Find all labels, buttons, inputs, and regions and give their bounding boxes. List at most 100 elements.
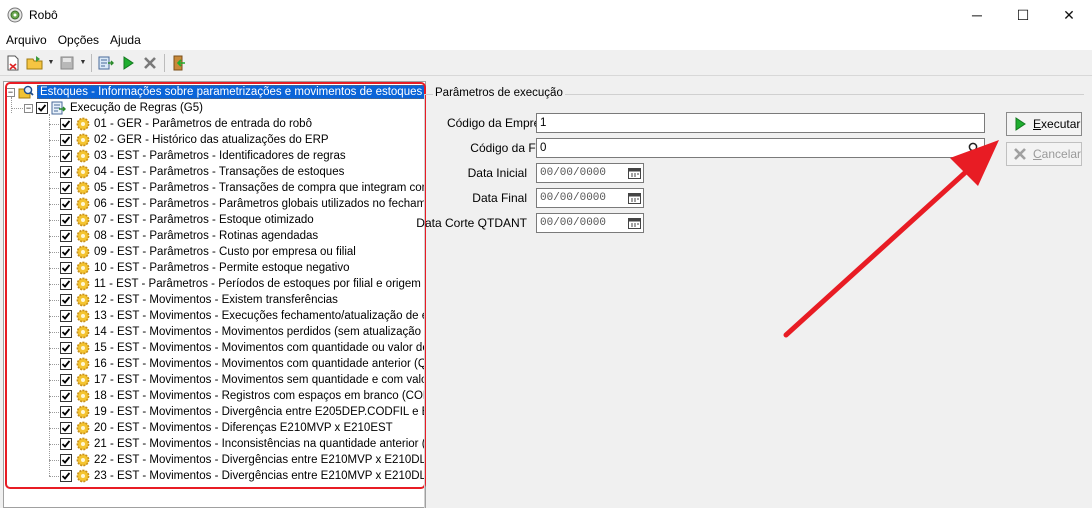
tree-item-row[interactable]: 20 - EST - Movimentos - Diferenças E210M… (60, 420, 393, 436)
tree-item-checkbox[interactable] (60, 438, 72, 450)
menu-ajuda[interactable]: Ajuda (105, 33, 146, 47)
tree-item-checkbox[interactable] (60, 262, 72, 274)
export-button[interactable] (95, 52, 117, 74)
tree-item-row[interactable]: 22 - EST - Movimentos - Divergências ent… (60, 452, 425, 468)
exit-button[interactable] (168, 52, 190, 74)
data-corte-input[interactable]: 00/00/0000 (536, 213, 644, 233)
tree-item-checkbox[interactable] (60, 358, 72, 370)
tree-item-checkbox[interactable] (60, 454, 72, 466)
executar-label: Executar (1033, 117, 1081, 131)
access-key-letter: C (1033, 147, 1042, 161)
tree-item-row[interactable]: 23 - EST - Movimentos - Divergências ent… (60, 468, 425, 484)
menu-arquivo[interactable]: Arquivo (1, 33, 52, 47)
tree-item-row[interactable]: 11 - EST - Parâmetros - Períodos de esto… (60, 276, 421, 292)
open-dropdown-icon[interactable]: ▼ (46, 52, 56, 74)
tree-item-checkbox[interactable] (60, 422, 72, 434)
tree-item-row[interactable]: 18 - EST - Movimentos - Registros com es… (60, 388, 425, 404)
save-dropdown-icon[interactable]: ▼ (78, 52, 88, 74)
cancelar-label: Cancelar (1033, 147, 1082, 161)
tree-item-checkbox[interactable] (60, 470, 72, 482)
cancelar-button[interactable]: Cancelar (1006, 142, 1082, 166)
tree-item-checkbox[interactable] (60, 246, 72, 258)
empresa-input[interactable]: 1 (536, 113, 985, 133)
tree-item-checkbox[interactable] (60, 214, 72, 226)
tree-item-row[interactable]: 14 - EST - Movimentos - Movimentos perdi… (60, 324, 425, 340)
tree-item-checkbox[interactable] (60, 342, 72, 354)
access-key-letter: E (1033, 117, 1042, 131)
tree-item-label: 12 - EST - Movimentos - Existem transfer… (94, 294, 338, 306)
tree-item-row[interactable]: 16 - EST - Movimentos - Movimentos com q… (60, 356, 425, 372)
open-button[interactable] (24, 52, 46, 74)
new-button[interactable] (2, 52, 24, 74)
executar-button[interactable]: Executar (1006, 112, 1082, 136)
tree-group-label: Execução de Regras (G5) (70, 102, 203, 114)
menu-opcoes[interactable]: Opções (53, 33, 104, 47)
tree-item-checkbox[interactable] (60, 150, 72, 162)
tree-item-checkbox[interactable] (60, 198, 72, 210)
tree-item-row[interactable]: 05 - EST - Parâmetros - Transações de co… (60, 180, 425, 196)
tree-item-label: 13 - EST - Movimentos - Execuções fecham… (94, 310, 426, 322)
play-icon (123, 55, 134, 70)
tree-item-checkbox[interactable] (60, 166, 72, 178)
tree-root-expander-icon[interactable]: − (6, 87, 15, 97)
tree-item-label: 15 - EST - Movimentos - Movimentos com q… (94, 342, 426, 354)
tree-item-row[interactable]: 08 - EST - Parâmetros - Rotinas agendada… (60, 228, 318, 244)
toolbar-separator (164, 53, 165, 72)
tree-item-row[interactable]: 09 - EST - Parâmetros - Custo por empres… (60, 244, 356, 260)
tree-item-checkbox[interactable] (60, 278, 72, 290)
data-inicial-input[interactable]: 00/00/0000 (536, 163, 644, 183)
tree-item-checkbox[interactable] (60, 374, 72, 386)
run-button[interactable] (117, 52, 139, 74)
tree-item-checkbox[interactable] (60, 134, 72, 146)
tree-item-row[interactable]: 17 - EST - Movimentos - Movimentos sem q… (60, 372, 426, 388)
save-button[interactable] (56, 52, 78, 74)
filial-input[interactable]: 0 (536, 138, 985, 158)
tree-item-row[interactable]: 06 - EST - Parâmetros - Parâmetros globa… (60, 196, 426, 212)
close-button[interactable]: ✕ (1046, 0, 1092, 30)
rules-tree-panel[interactable]: − Estoques - Informações sobre parametriz… (3, 81, 426, 508)
tree-item-row[interactable]: 03 - EST - Parâmetros - Identificadores … (60, 148, 346, 164)
tree-item-row[interactable]: 10 - EST - Parâmetros - Permite estoque … (60, 260, 349, 276)
tree-item-row[interactable]: 12 - EST - Movimentos - Existem transfer… (60, 292, 338, 308)
rule-gear-icon (75, 436, 91, 452)
calendar-icon[interactable] (628, 217, 641, 229)
robot-app-icon (7, 7, 23, 23)
tree-item-row[interactable]: 21 - EST - Movimentos - Inconsistências … (60, 436, 425, 452)
calendar-icon[interactable] (628, 167, 641, 179)
tree-item-row[interactable]: 01 - GER - Parâmetros de entrada do robô (60, 116, 312, 132)
stop-button[interactable] (139, 52, 161, 74)
maximize-button[interactable]: ☐ (1000, 0, 1046, 30)
tree-item-label: 06 - EST - Parâmetros - Parâmetros globa… (94, 198, 426, 210)
tree-group-expander-icon[interactable]: − (24, 103, 33, 113)
calendar-icon[interactable] (628, 192, 641, 204)
tree-item-row[interactable]: 04 - EST - Parâmetros - Transações de es… (60, 164, 344, 180)
tree-item-checkbox[interactable] (60, 294, 72, 306)
rule-gear-icon (75, 116, 91, 132)
tree-item-row[interactable]: 19 - EST - Movimentos - Divergência entr… (60, 404, 425, 420)
toolbar: ▼ ▼ (0, 50, 1092, 76)
tree-group-row[interactable]: − Execução de Regras (G5) (24, 100, 203, 116)
data-final-label: Data Final (472, 191, 527, 205)
tree-root-row[interactable]: − Estoques - Informações sobre parametriz… (6, 84, 425, 100)
data-final-input[interactable]: 00/00/0000 (536, 188, 644, 208)
minimize-button[interactable]: ─ (954, 0, 1000, 30)
tree-item-checkbox[interactable] (60, 406, 72, 418)
tree-item-checkbox[interactable] (60, 326, 72, 338)
tree-item-checkbox[interactable] (60, 230, 72, 242)
tree-item-row[interactable]: 02 - GER - Histórico das atualizações do… (60, 132, 329, 148)
data-inicial-value: 00/00/0000 (540, 167, 607, 179)
tree-connector-line (49, 114, 50, 476)
tree-item-row[interactable]: 13 - EST - Movimentos - Execuções fecham… (60, 308, 426, 324)
tree-item-checkbox[interactable] (60, 390, 72, 402)
tree-group-checkbox[interactable] (36, 102, 48, 114)
rule-gear-icon (75, 292, 91, 308)
tree-item-row[interactable]: 15 - EST - Movimentos - Movimentos com q… (60, 340, 426, 356)
tree-item-checkbox[interactable] (60, 182, 72, 194)
tree-item-label: 17 - EST - Movimentos - Movimentos sem q… (94, 374, 426, 386)
tree-item-checkbox[interactable] (60, 118, 72, 130)
tree-root-label[interactable]: Estoques - Informações sobre parametriza… (37, 85, 425, 99)
tree-item-checkbox[interactable] (60, 310, 72, 322)
search-icon[interactable] (967, 141, 981, 155)
tree-item-row[interactable]: 07 - EST - Parâmetros - Estoque otimizad… (60, 212, 314, 228)
tree-item-label: 08 - EST - Parâmetros - Rotinas agendada… (94, 230, 319, 242)
